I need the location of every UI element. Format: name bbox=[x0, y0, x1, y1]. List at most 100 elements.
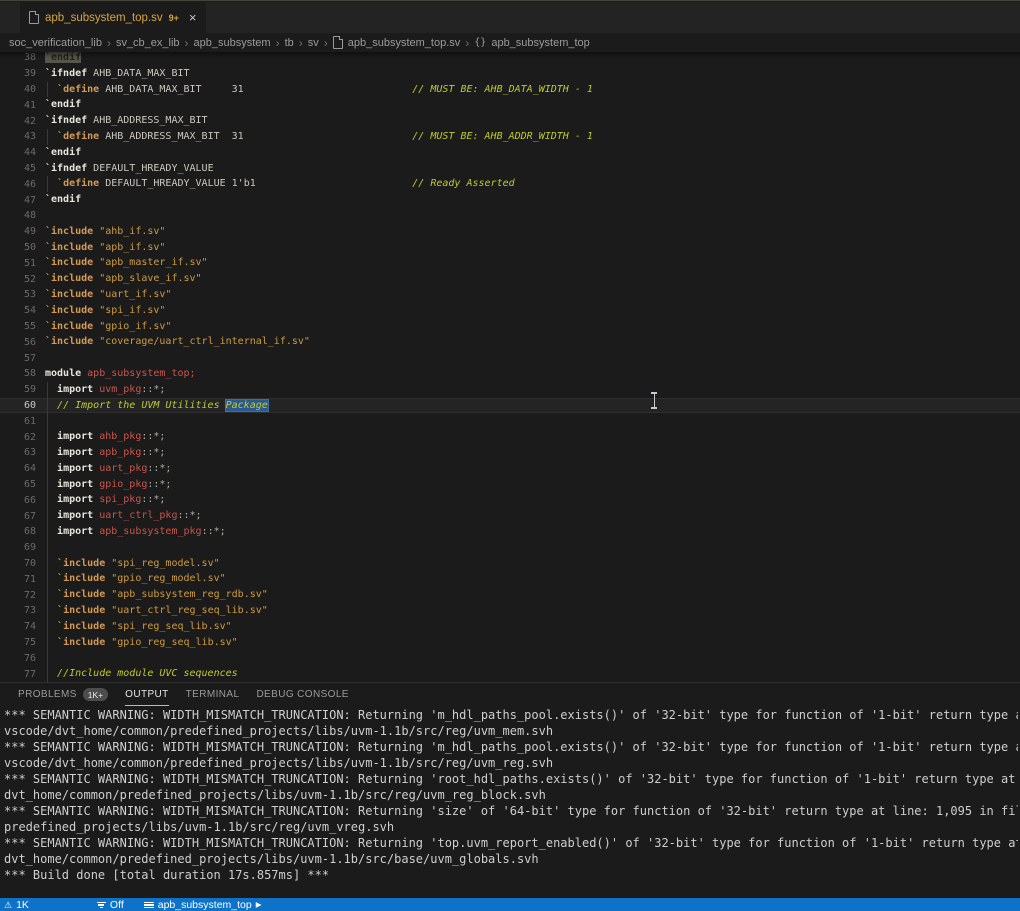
line-number[interactable]: 64 bbox=[0, 463, 45, 474]
line-number[interactable]: 56 bbox=[0, 337, 45, 348]
breadcrumb-item[interactable]: {}apb_subsystem_top bbox=[474, 37, 590, 49]
breadcrumb-item[interactable]: apb_subsystem bbox=[194, 37, 271, 49]
code-line[interactable]: 76 bbox=[0, 650, 1020, 666]
status-filter[interactable]: Off bbox=[93, 898, 128, 911]
code-line[interactable]: 64 import uart_pkg::*; bbox=[0, 461, 1020, 477]
code-line[interactable]: 59 import uvm_pkg::*; bbox=[0, 382, 1020, 398]
code-line[interactable]: 44`endif bbox=[0, 145, 1020, 161]
line-number[interactable]: 40 bbox=[0, 84, 45, 95]
code-line[interactable]: 54`include "spi_if.sv" bbox=[0, 303, 1020, 319]
code-line[interactable]: 73 `include "uart_ctrl_reg_seq_lib.sv" bbox=[0, 603, 1020, 619]
code-line[interactable]: 67 import uart_ctrl_pkg::*; bbox=[0, 508, 1020, 524]
line-number[interactable]: 58 bbox=[0, 368, 45, 379]
line-number[interactable]: 57 bbox=[0, 353, 45, 364]
line-number[interactable]: 77 bbox=[0, 669, 45, 680]
code-line[interactable]: 72 `include "apb_subsystem_reg_rdb.sv" bbox=[0, 587, 1020, 603]
code-line[interactable]: 65 import gpio_pkg::*; bbox=[0, 477, 1020, 493]
breadcrumb-item[interactable]: sv bbox=[308, 37, 319, 49]
code-line[interactable]: 58module apb_subsystem_top; bbox=[0, 366, 1020, 382]
code-line[interactable]: 66 import spi_pkg::*; bbox=[0, 492, 1020, 508]
line-number[interactable]: 74 bbox=[0, 621, 45, 632]
code-line[interactable]: 53`include "uart_if.sv" bbox=[0, 287, 1020, 303]
panel-tab-debug-console[interactable]: DEBUG CONSOLE bbox=[256, 683, 348, 706]
status-problems[interactable]: ⚠ 1K bbox=[0, 898, 33, 911]
breadcrumb-item[interactable]: tb bbox=[285, 37, 294, 49]
play-icon[interactable]: ▶ bbox=[256, 901, 262, 909]
status-run-config[interactable]: apb_subsystem_top ▶ bbox=[140, 898, 266, 911]
panel-tab-problems[interactable]: PROBLEMS1K+ bbox=[18, 683, 108, 706]
line-number[interactable]: 55 bbox=[0, 321, 45, 332]
line-number[interactable]: 63 bbox=[0, 447, 45, 458]
status-bar: ⚠ 1K Off apb_subsystem_top ▶ bbox=[0, 898, 1020, 911]
code-line[interactable]: 45`ifndef DEFAULT_HREADY_VALUE bbox=[0, 161, 1020, 177]
code-line[interactable]: 43 `define AHB_ADDRESS_MAX_BIT 31 // MUS… bbox=[0, 129, 1020, 145]
line-number[interactable]: 38 bbox=[0, 52, 45, 63]
line-number[interactable]: 48 bbox=[0, 210, 45, 221]
code-line[interactable]: 75 `include "gpio_reg_seq_lib.sv" bbox=[0, 635, 1020, 651]
code-line[interactable]: 63 import apb_pkg::*; bbox=[0, 445, 1020, 461]
line-number[interactable]: 52 bbox=[0, 274, 45, 285]
code-line[interactable]: 74 `include "spi_reg_seq_lib.sv" bbox=[0, 619, 1020, 635]
code-line[interactable]: 48 bbox=[0, 208, 1020, 224]
line-number[interactable]: 76 bbox=[0, 653, 45, 664]
code-editor[interactable]: 38`endif39`ifndef AHB_DATA_MAX_BIT40 `de… bbox=[0, 52, 1020, 682]
code-line[interactable]: 56`include "coverage/uart_ctrl_internal_… bbox=[0, 334, 1020, 350]
code-line[interactable]: 62 import ahb_pkg::*; bbox=[0, 429, 1020, 445]
breadcrumb-item[interactable]: sv_cb_ex_lib bbox=[116, 37, 180, 49]
line-number[interactable]: 51 bbox=[0, 258, 45, 269]
code-line[interactable]: 49`include "ahb_if.sv" bbox=[0, 224, 1020, 240]
code-line[interactable]: 68 import apb_subsystem_pkg::*; bbox=[0, 524, 1020, 540]
line-number[interactable]: 68 bbox=[0, 526, 45, 537]
code-line[interactable]: 61 bbox=[0, 413, 1020, 429]
line-number[interactable]: 42 bbox=[0, 116, 45, 127]
code-line[interactable]: 46 `define DEFAULT_HREADY_VALUE 1'b1 // … bbox=[0, 176, 1020, 192]
panel-tab-output[interactable]: OUTPUT bbox=[125, 683, 169, 706]
line-number[interactable]: 53 bbox=[0, 289, 45, 300]
code-line[interactable]: 57 bbox=[0, 350, 1020, 366]
line-number[interactable]: 39 bbox=[0, 68, 45, 79]
code-line[interactable]: 41`endif bbox=[0, 97, 1020, 113]
code-line[interactable]: 40 `define AHB_DATA_MAX_BIT 31 // MUST B… bbox=[0, 82, 1020, 98]
line-number[interactable]: 65 bbox=[0, 479, 45, 490]
line-number[interactable]: 67 bbox=[0, 511, 45, 522]
line-number[interactable]: 72 bbox=[0, 590, 45, 601]
code-line[interactable]: 47`endif bbox=[0, 192, 1020, 208]
code-line[interactable]: 70 `include "spi_reg_model.sv" bbox=[0, 556, 1020, 572]
line-number[interactable]: 71 bbox=[0, 574, 45, 585]
line-number[interactable]: 69 bbox=[0, 542, 45, 553]
code-line[interactable]: 39`ifndef AHB_DATA_MAX_BIT bbox=[0, 66, 1020, 82]
editor-tab[interactable]: apb_subsystem_top.sv 9+ × bbox=[20, 2, 206, 33]
line-number[interactable]: 47 bbox=[0, 195, 45, 206]
line-number[interactable]: 73 bbox=[0, 605, 45, 616]
line-number[interactable]: 41 bbox=[0, 100, 45, 111]
line-number[interactable]: 59 bbox=[0, 384, 45, 395]
line-number[interactable]: 43 bbox=[0, 131, 45, 142]
code-line[interactable]: 60 // Import the UVM Utilities Package bbox=[0, 398, 1020, 414]
code-line[interactable]: 50`include "apb_if.sv" bbox=[0, 240, 1020, 256]
line-number[interactable]: 75 bbox=[0, 637, 45, 648]
line-number[interactable]: 54 bbox=[0, 305, 45, 316]
line-number[interactable]: 49 bbox=[0, 226, 45, 237]
code-line[interactable]: 51`include "apb_master_if.sv" bbox=[0, 255, 1020, 271]
line-number[interactable]: 46 bbox=[0, 179, 45, 190]
breadcrumb-item[interactable]: soc_verification_lib bbox=[9, 37, 102, 49]
breadcrumb-item[interactable]: apb_subsystem_top.sv bbox=[333, 36, 461, 49]
line-number[interactable]: 44 bbox=[0, 147, 45, 158]
output-log[interactable]: *** SEMANTIC WARNING: WIDTH_MISMATCH_TRU… bbox=[4, 707, 1018, 887]
panel-tab-terminal[interactable]: TERMINAL bbox=[186, 683, 240, 706]
line-number[interactable]: 45 bbox=[0, 163, 45, 174]
line-number[interactable]: 50 bbox=[0, 242, 45, 253]
code-line[interactable]: 77 //Include module UVC sequences bbox=[0, 666, 1020, 682]
line-number[interactable]: 66 bbox=[0, 495, 45, 506]
code-line[interactable]: 38`endif bbox=[0, 52, 1020, 66]
code-line[interactable]: 69 bbox=[0, 540, 1020, 556]
code-line[interactable]: 42`ifndef AHB_ADDRESS_MAX_BIT bbox=[0, 113, 1020, 129]
line-number[interactable]: 61 bbox=[0, 416, 45, 427]
code-line[interactable]: 71 `include "gpio_reg_model.sv" bbox=[0, 571, 1020, 587]
code-line[interactable]: 55`include "gpio_if.sv" bbox=[0, 319, 1020, 335]
line-number[interactable]: 62 bbox=[0, 432, 45, 443]
close-icon[interactable]: × bbox=[189, 10, 197, 25]
line-number[interactable]: 70 bbox=[0, 558, 45, 569]
code-line[interactable]: 52`include "apb_slave_if.sv" bbox=[0, 271, 1020, 287]
line-number[interactable]: 60 bbox=[0, 400, 45, 411]
